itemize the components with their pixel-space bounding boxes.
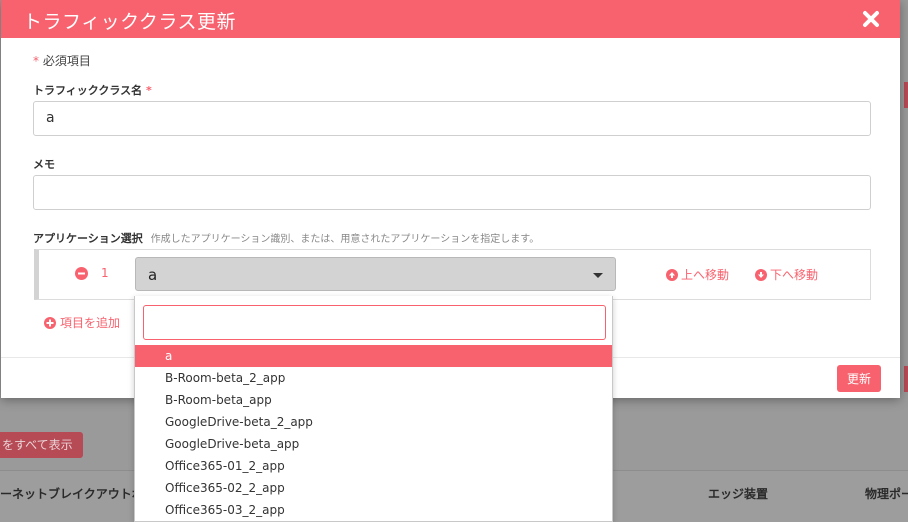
move-down-label: 下へ移動 — [770, 268, 819, 282]
application-select-value: a — [148, 266, 158, 284]
table-header-physical-port: 物理ポー — [865, 487, 908, 501]
move-down-button[interactable]: 下へ移動 — [755, 266, 818, 283]
name-label-text: トラフィッククラス名 — [33, 84, 143, 97]
dropdown-option[interactable]: GoogleDrive-beta_2_app — [135, 411, 612, 433]
table-header-edge-device: エッジ装置 — [708, 487, 769, 501]
memo-label: メモ — [33, 158, 55, 171]
name-required-mark: * — [145, 84, 152, 97]
row-number: 1 — [101, 266, 109, 280]
table-header-breakout-port: ーネットブレイクアウトポ — [0, 487, 144, 501]
dropdown-option[interactable]: B-Room-beta_app — [135, 389, 612, 411]
dropdown-option[interactable]: Office365-01_2_app — [135, 455, 612, 477]
traffic-class-name-input[interactable]: a — [33, 101, 871, 136]
dropdown-search-input[interactable] — [143, 305, 606, 340]
application-dropdown: a B-Room-beta_2_app B-Room-beta_app Goog… — [134, 296, 613, 522]
add-item-button[interactable]: 項目を追加 — [44, 314, 120, 331]
application-select[interactable]: a — [135, 257, 616, 291]
arrow-down-circle-icon — [755, 268, 767, 281]
name-label: トラフィッククラス名 * — [33, 82, 152, 98]
dropdown-option[interactable]: Office365-02_2_app — [135, 477, 612, 499]
dropdown-option[interactable]: a — [135, 345, 612, 367]
dropdown-option-list: a B-Room-beta_2_app B-Room-beta_app Goog… — [135, 345, 612, 521]
update-button[interactable]: 更新 — [837, 365, 881, 392]
background-side-tab — [904, 366, 908, 392]
add-item-label: 項目を追加 — [60, 316, 121, 330]
show-all-button[interactable]: をすべて表示 — [0, 432, 83, 458]
memo-input[interactable] — [33, 175, 871, 210]
move-up-button[interactable]: 上へ移動 — [666, 266, 729, 283]
required-mark: * — [33, 54, 39, 68]
chevron-down-icon — [593, 273, 603, 278]
plus-circle-icon — [44, 316, 56, 329]
app-select-label: アプリケーション選択 作成したアプリケーション識別、または、用意されたアプリケー… — [33, 230, 539, 246]
required-note-text: 必須項目 — [42, 54, 91, 68]
app-row: 1 a 上へ移動 下へ移動 — [34, 249, 871, 300]
remove-row-icon[interactable] — [75, 267, 88, 280]
dropdown-option[interactable]: GoogleDrive-beta_app — [135, 433, 612, 455]
modal-header: トラフィッククラス更新 — [1, 0, 900, 38]
move-up-label: 上へ移動 — [681, 268, 730, 282]
app-select-hint: 作成したアプリケーション識別、または、用意されたアプリケーションを指定します。 — [150, 234, 540, 245]
dropdown-option[interactable]: Office365-03_2_app — [135, 499, 612, 521]
background-side-tab — [904, 82, 908, 108]
required-note: * 必須項目 — [33, 52, 91, 69]
close-icon[interactable] — [862, 10, 880, 28]
arrow-up-circle-icon — [666, 268, 678, 281]
modal-title: トラフィッククラス更新 — [23, 11, 236, 33]
dropdown-option[interactable]: B-Room-beta_2_app — [135, 367, 612, 389]
app-select-label-text: アプリケーション選択 — [33, 232, 143, 245]
